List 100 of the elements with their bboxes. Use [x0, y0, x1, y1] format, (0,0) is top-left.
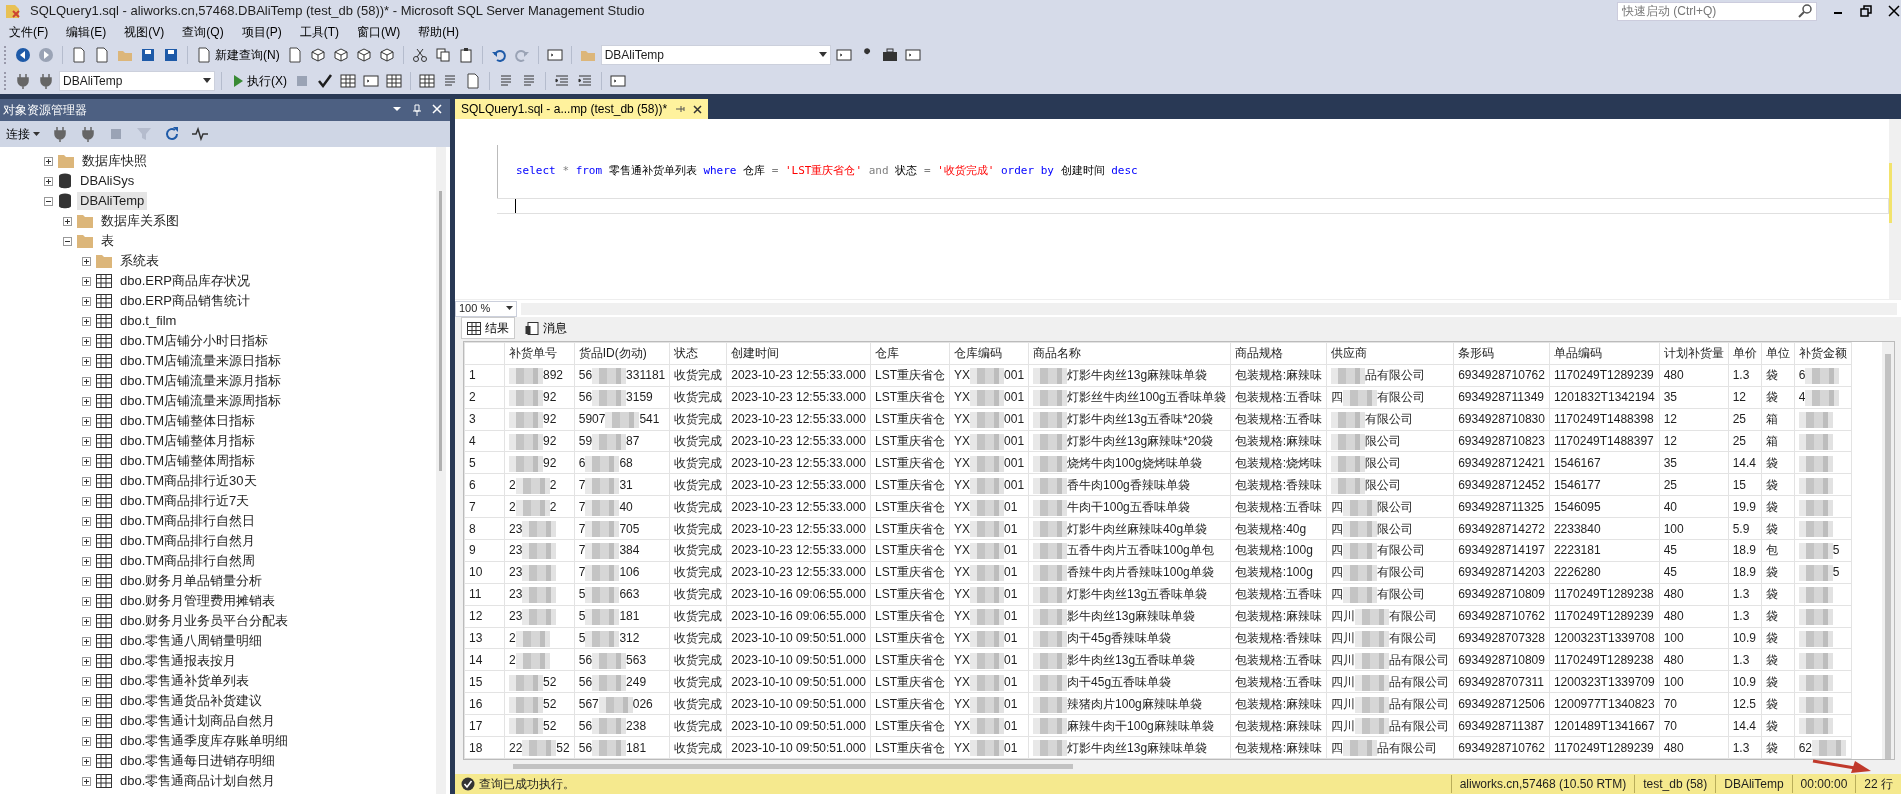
database-dropdown[interactable]: DBAliTemp [600, 45, 831, 65]
query-options-icon[interactable] [363, 73, 379, 89]
column-header[interactable]: 单价 [1728, 342, 1762, 365]
database-dropdown[interactable]: DBAliTemp [59, 71, 215, 91]
tree-item[interactable]: dbo.TM店铺流量来源日指标 [117, 352, 285, 370]
tree-item[interactable]: 系统表 [117, 252, 162, 270]
column-header[interactable]: 单品编码 [1549, 342, 1660, 365]
quick-launch-field[interactable]: 快速启动 (Ctrl+Q) [1617, 1, 1817, 21]
menu-item[interactable]: 查询(Q) [173, 23, 233, 41]
expand-icon[interactable] [82, 576, 91, 586]
template-icon[interactable] [610, 73, 626, 89]
expand-icon[interactable] [82, 636, 91, 646]
save-all-icon[interactable] [163, 47, 179, 63]
window-icon[interactable] [904, 47, 921, 63]
save-icon[interactable] [140, 47, 156, 63]
copy-icon[interactable] [434, 47, 451, 63]
new-query-button[interactable]: 新建查询(N) [194, 45, 282, 65]
undo-icon[interactable] [490, 47, 507, 63]
refresh-icon[interactable] [164, 126, 180, 142]
paste-icon[interactable] [457, 47, 474, 63]
cut-icon[interactable] [411, 47, 428, 63]
tree-item[interactable]: dbo.零售通补货单列表 [117, 672, 253, 690]
change-connection-icon[interactable] [38, 73, 54, 89]
results-grid-icon[interactable] [386, 73, 402, 89]
pin-icon[interactable] [412, 104, 422, 116]
column-header[interactable]: 补货单号 [504, 342, 575, 365]
query-icon[interactable] [286, 47, 303, 63]
menu-item[interactable]: 编辑(E) [57, 23, 116, 41]
tree-item[interactable]: dbo.ERP商品销售统计 [117, 292, 254, 310]
restore-icon[interactable] [1859, 4, 1873, 18]
back-icon[interactable] [15, 47, 31, 63]
expand-icon[interactable] [82, 256, 91, 266]
tree-item[interactable]: dbo.财务月业务员平台分配表 [117, 612, 292, 630]
expand-icon[interactable] [82, 296, 91, 306]
expand-icon[interactable] [82, 656, 91, 666]
mdx-query-icon[interactable] [309, 47, 326, 63]
connect-icon[interactable] [15, 73, 31, 89]
expand-icon[interactable] [82, 716, 91, 726]
expand-icon[interactable] [82, 736, 91, 746]
column-header[interactable]: 仓库 [870, 342, 950, 365]
expand-icon[interactable] [44, 156, 53, 166]
uncomment-icon[interactable] [521, 73, 537, 89]
menu-item[interactable]: 文件(F) [0, 23, 58, 41]
tree-item[interactable]: dbo.TM店铺流量来源周指标 [117, 392, 285, 410]
expand-icon[interactable] [82, 696, 91, 706]
dropdown-icon[interactable] [392, 104, 402, 114]
add-file-icon[interactable] [94, 47, 110, 63]
tree-item[interactable]: dbo.零售通八周销量明细 [117, 632, 266, 650]
tree-item[interactable]: 数据库快照 [79, 152, 150, 170]
tree-item[interactable]: 数据库关系图 [98, 212, 182, 230]
collapse-icon[interactable] [63, 236, 72, 246]
close-icon[interactable] [1887, 4, 1901, 18]
column-header[interactable]: 货品ID(勿动) [574, 342, 670, 365]
expand-icon[interactable] [82, 556, 91, 566]
expand-icon[interactable] [82, 616, 91, 626]
expand-icon[interactable] [82, 356, 91, 366]
activity-icon[interactable] [546, 47, 563, 63]
menu-item[interactable]: 窗口(W) [348, 23, 410, 41]
tree-item[interactable]: dbo.零售通每日进销存明细 [117, 752, 279, 770]
expand-icon[interactable] [44, 176, 53, 186]
parse-icon[interactable] [317, 73, 333, 89]
expand-icon[interactable] [82, 756, 91, 766]
column-header[interactable]: 商品规格 [1230, 342, 1327, 365]
xmla-query-icon[interactable] [355, 47, 372, 63]
tree-item[interactable]: dbo.零售通季度库存账单明细 [117, 732, 292, 750]
expand-icon[interactable] [82, 336, 91, 346]
results-file-icon[interactable] [465, 73, 481, 89]
expand-icon[interactable] [82, 776, 91, 786]
tree-item[interactable]: dbo.TM店铺整体月指标 [117, 432, 259, 450]
tree-item[interactable]: dbo.零售通货品补货建议 [117, 692, 266, 710]
plan-icon[interactable] [340, 73, 356, 89]
tree-item[interactable]: dbo.零售通计划商品自然月 [117, 712, 279, 730]
tree-item[interactable]: dbo.TM商品排行自然周 [117, 552, 259, 570]
document-tab[interactable]: SQLQuery1.sql - a...mp (test_db (58))* [455, 99, 709, 119]
connect-icon[interactable] [52, 126, 68, 142]
menu-item[interactable]: 项目(P) [232, 23, 291, 41]
tree-item[interactable]: dbo.TM店铺流量来源月指标 [117, 372, 285, 390]
tree-item[interactable]: 表 [98, 232, 117, 250]
new-file-icon[interactable] [71, 47, 87, 63]
results-text-icon[interactable] [442, 73, 458, 89]
menu-item[interactable]: 工具(T) [290, 23, 348, 41]
expand-icon[interactable] [82, 416, 91, 426]
expand-icon[interactable] [82, 676, 91, 686]
tree-item[interactable]: dbo.财务月管理费用摊销表 [117, 592, 279, 610]
tree-item[interactable]: dbo.ERP商品库存状况 [117, 272, 254, 290]
tree-item[interactable]: dbo.TM商品排行自然日 [117, 512, 259, 530]
tree-item[interactable]: DBAliSys [77, 172, 138, 190]
expand-icon[interactable] [82, 536, 91, 546]
column-header[interactable]: 仓库编码 [949, 342, 1029, 365]
result-tab[interactable]: 消息 [519, 317, 573, 339]
execute-button[interactable]: 执行(X) [228, 71, 289, 91]
activity-icon[interactable] [192, 126, 208, 142]
tree-item[interactable]: dbo.TM店铺分小时日指标 [117, 332, 272, 350]
expand-icon[interactable] [82, 496, 91, 506]
column-header[interactable]: 补货金额 [1794, 342, 1852, 365]
disconnect-icon[interactable] [80, 126, 96, 142]
column-header[interactable]: 计划补货量 [1659, 342, 1729, 365]
expand-icon[interactable] [82, 476, 91, 486]
properties-icon[interactable] [835, 47, 852, 63]
expand-icon[interactable] [82, 376, 91, 386]
